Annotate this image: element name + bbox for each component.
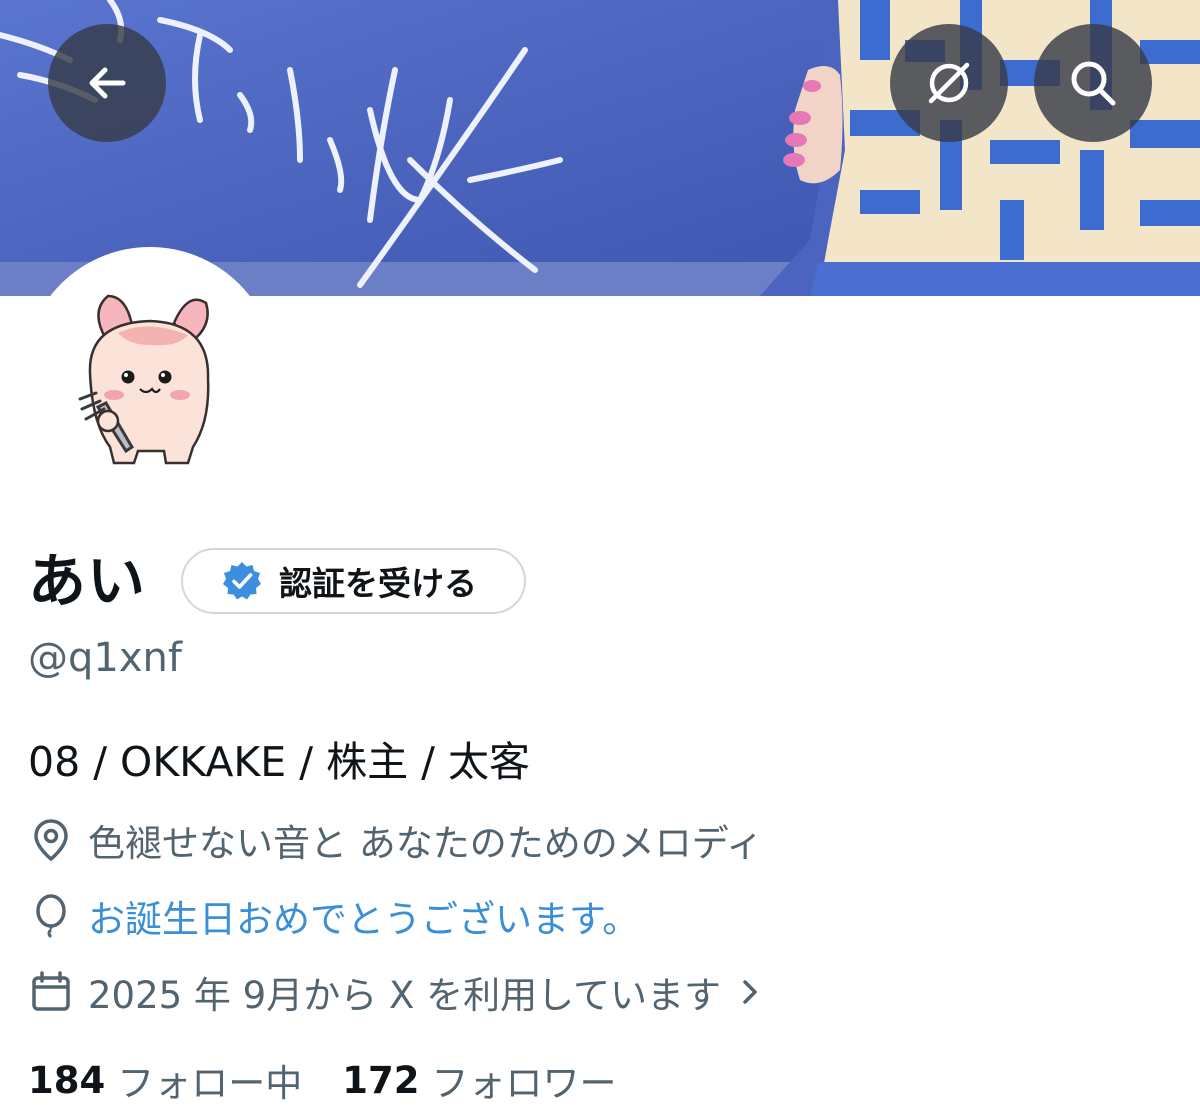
avatar-illustration	[28, 251, 272, 495]
birthday-row[interactable]: お誕生日おめでとうございます。	[28, 888, 639, 944]
profile-bio: 08 / OKKAKE / 株主 / 太客	[28, 738, 530, 786]
joined-date-text: 2025 年 9月から X を利用しています	[88, 974, 721, 1017]
arrow-left-icon	[89, 67, 126, 99]
following-label: フォロー中	[117, 1062, 303, 1105]
joined-row[interactable]: 2025 年 9月から X を利用しています	[28, 964, 767, 1020]
location-pin-icon	[34, 819, 68, 862]
verified-badge-icon	[223, 562, 261, 600]
back-button[interactable]	[48, 24, 166, 142]
location-row: 色褪せない音と あなたのためのメロディ	[28, 812, 763, 868]
search-icon	[1071, 61, 1116, 106]
translate-icon	[928, 62, 970, 104]
following-count: 184	[28, 1058, 106, 1102]
chevron-right-icon	[743, 980, 757, 1004]
display-name: あい	[28, 547, 147, 615]
calendar-icon	[32, 971, 70, 1011]
username-handle: @q1xnf	[28, 635, 182, 681]
followers-link[interactable]: 172 フォロワー	[342, 1053, 616, 1107]
follow-stats: 184 フォロー中 172 フォロワー	[28, 1052, 616, 1108]
followers-count: 172	[342, 1058, 420, 1102]
get-verified-label: 認証を受ける	[279, 564, 477, 603]
search-button[interactable]	[1034, 24, 1152, 142]
translate-button[interactable]	[890, 24, 1008, 142]
birthday-text[interactable]: お誕生日おめでとうございます。	[88, 889, 639, 943]
location-text: 色褪せない音と あなたのためのメロディ	[88, 822, 764, 865]
followers-label: フォロワー	[431, 1062, 617, 1105]
get-verified-button[interactable]: 認証を受ける	[181, 548, 526, 614]
balloon-icon	[36, 894, 66, 939]
avatar[interactable]	[24, 247, 276, 499]
following-link[interactable]: 184 フォロー中	[28, 1053, 302, 1107]
